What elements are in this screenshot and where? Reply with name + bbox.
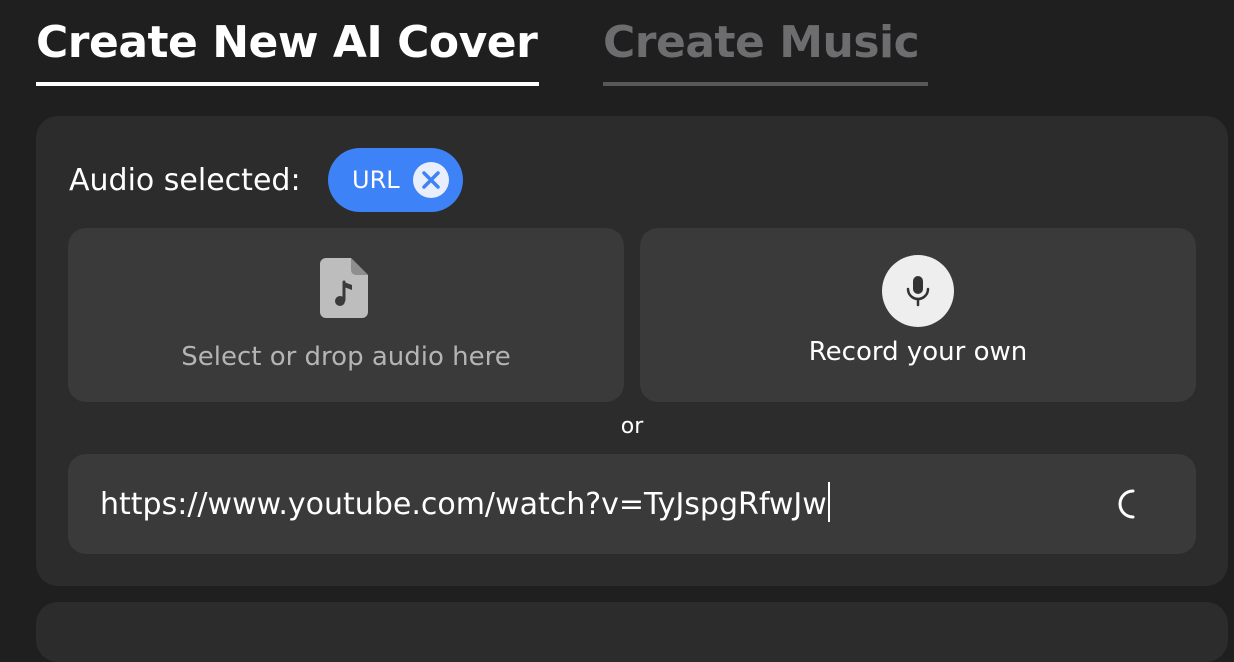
close-icon: [422, 171, 440, 189]
tab-bar: Create New AI Cover Create Music: [36, 14, 936, 86]
url-input-value[interactable]: https://www.youtube.com/watch?v=TyJspgRf…: [100, 482, 830, 527]
dropzone-label: Select or drop audio here: [181, 342, 511, 372]
tab-create-ai-cover[interactable]: Create New AI Cover: [36, 14, 539, 86]
loading-spinner-icon: [1118, 489, 1135, 519]
audio-dropzone[interactable]: Select or drop audio here: [68, 228, 624, 402]
record-audio-button[interactable]: Record your own: [640, 228, 1196, 402]
mic-button[interactable]: [882, 255, 954, 327]
text-cursor: [827, 482, 830, 522]
audio-input-panel: Audio selected: URL Select or drop audio…: [36, 116, 1228, 586]
microphone-icon: [906, 276, 930, 307]
url-source-chip: URL: [328, 148, 463, 212]
record-label: Record your own: [808, 337, 1028, 367]
or-divider: or: [620, 414, 644, 439]
url-chip-label: URL: [352, 166, 400, 194]
file-music-icon: [320, 258, 368, 318]
remove-source-button[interactable]: [413, 162, 449, 198]
tab-create-music[interactable]: Create Music: [603, 14, 928, 86]
next-section-panel: [36, 602, 1228, 662]
audio-selected-label: Audio selected:: [69, 163, 301, 198]
url-input[interactable]: https://www.youtube.com/watch?v=TyJspgRf…: [68, 454, 1196, 554]
